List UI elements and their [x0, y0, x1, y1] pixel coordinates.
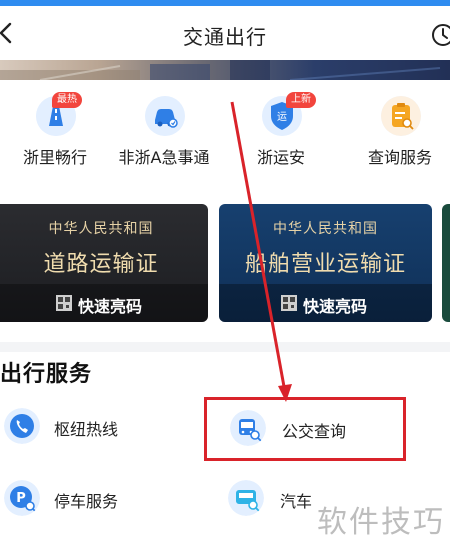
- road-transport-certificate-card[interactable]: 中华人民共和国 道路运输证 快速亮码: [0, 204, 208, 322]
- parking-search-icon: P: [4, 480, 40, 516]
- shortcut-zheli-changxing[interactable]: 最热 浙里畅行: [0, 92, 110, 180]
- car-icon: [145, 96, 185, 136]
- service-label: 汽车: [280, 492, 313, 511]
- shortcut-fei-zhe-a[interactable]: 非浙A急事通: [109, 96, 219, 180]
- quick-show-code-button[interactable]: 快速亮码: [303, 293, 367, 317]
- service-parking[interactable]: P 停车服务: [4, 480, 184, 520]
- shortcut-badge: 上新: [286, 92, 316, 108]
- shortcut-label: 查询服务: [367, 148, 432, 167]
- shortcut-zhe-yun-an[interactable]: 运 上新 浙运安: [226, 92, 336, 180]
- section-title: 出行服务: [0, 362, 93, 387]
- certificate-name: 道路运输证: [43, 252, 159, 277]
- qr-code-icon: [56, 295, 72, 311]
- shortcut-row: 最热 浙里畅行 非浙A急事通 运 上新 浙运安 查询服务: [0, 80, 450, 180]
- watermark-text: 软件技巧: [317, 505, 445, 540]
- quick-show-code-button[interactable]: 快速亮码: [78, 293, 142, 317]
- next-certificate-card[interactable]: [442, 204, 450, 322]
- certificate-footer[interactable]: 快速亮码: [219, 284, 432, 322]
- vehicle-search-icon: [228, 480, 264, 516]
- service-hub-hotline[interactable]: 枢纽热线: [4, 408, 184, 448]
- section-divider: [0, 342, 450, 352]
- annotation-highlight-box: [204, 397, 406, 461]
- page-title: 交通出行: [183, 25, 267, 49]
- shortcut-badge: 最热: [52, 92, 82, 108]
- history-icon[interactable]: [430, 22, 450, 48]
- certificate-issuer: 中华人民共和国: [273, 221, 378, 237]
- svg-text:P: P: [16, 491, 26, 506]
- certificate-issuer: 中华人民共和国: [48, 221, 154, 237]
- certificate-footer[interactable]: 快速亮码: [0, 284, 208, 322]
- ship-operation-certificate-card[interactable]: 中华人民共和国 船舶营业运输证 快速亮码: [219, 204, 432, 322]
- service-label: 枢纽热线: [54, 420, 119, 439]
- shortcut-query-service[interactable]: 查询服务: [345, 96, 450, 180]
- app-header: 交通出行: [0, 6, 450, 60]
- header-banner-image: [0, 60, 450, 80]
- certificate-name: 船舶营业运输证: [244, 252, 406, 277]
- certificate-row: 中华人民共和国 道路运输证 快速亮码 中华人民共和国 船舶营业运输证 快速亮码: [0, 204, 450, 324]
- shortcut-label: 非浙A急事通: [118, 148, 210, 167]
- qr-code-icon: [281, 295, 297, 311]
- shortcut-label: 浙运安: [256, 148, 305, 167]
- clipboard-search-icon: [381, 96, 421, 136]
- phone-icon: [4, 408, 40, 444]
- svg-text:运: 运: [277, 111, 287, 123]
- shortcut-label: 浙里畅行: [22, 148, 87, 167]
- service-label: 停车服务: [54, 492, 119, 511]
